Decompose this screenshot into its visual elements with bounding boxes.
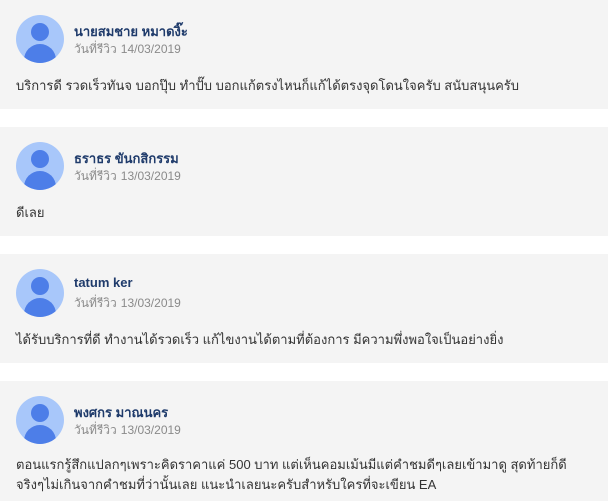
review-date: วันที่รีวิว 13/03/2019 <box>74 294 181 313</box>
avatar-body-shape <box>24 171 56 190</box>
review-date-label: วันที่รีวิว <box>74 296 117 310</box>
review-comment: ได้รับบริการที่ดี ทำงานได้รวดเร็ว แก้ไขง… <box>16 332 504 347</box>
reviewer-name[interactable]: พงศกร มาณนคร <box>74 402 168 423</box>
review-date-value: 13/03/2019 <box>120 296 181 310</box>
review-comment: ดีเลย <box>16 205 45 220</box>
avatar-body-shape <box>24 298 56 317</box>
review-date-value: 13/03/2019 <box>120 169 181 183</box>
review-card: tatum ker วันที่รีวิว 13/03/2019 ได้รับบร… <box>0 254 608 363</box>
avatar-body-shape <box>24 425 56 444</box>
avatar-head-shape <box>31 150 49 168</box>
avatar-body-shape <box>24 44 56 63</box>
avatar <box>16 142 64 190</box>
review-date: วันที่รีวิว 13/03/2019 <box>74 421 181 440</box>
review-card: ธราธร ขันกสิกรรม วันที่รีวิว 13/03/2019 ด… <box>0 127 608 236</box>
review-date: วันที่รีวิว 14/03/2019 <box>74 40 181 59</box>
avatar-head-shape <box>31 23 49 41</box>
review-date-value: 14/03/2019 <box>120 42 181 56</box>
avatar <box>16 15 64 63</box>
review-list: นายสมชาย หมาดงิ๊ะ วันที่รีวิว 14/03/2019 … <box>0 0 608 501</box>
review-date: วันที่รีวิว 13/03/2019 <box>74 167 181 186</box>
review-date-label: วันที่รีวิว <box>74 423 117 437</box>
review-date-label: วันที่รีวิว <box>74 169 117 183</box>
reviewer-name[interactable]: นายสมชาย หมาดงิ๊ะ <box>74 21 188 42</box>
reviewer-name[interactable]: ธราธร ขันกสิกรรม <box>74 148 179 169</box>
reviewer-name[interactable]: tatum ker <box>74 275 133 290</box>
avatar-head-shape <box>31 404 49 422</box>
avatar <box>16 269 64 317</box>
review-card: นายสมชาย หมาดงิ๊ะ วันที่รีวิว 14/03/2019 … <box>0 0 608 109</box>
review-date-label: วันที่รีวิว <box>74 42 117 56</box>
avatar <box>16 396 64 444</box>
review-comment: ตอนแรกรู้สึกแปลกๆเพราะคิดราคาแค่ 500 บาท… <box>16 457 567 492</box>
avatar-head-shape <box>31 277 49 295</box>
review-date-value: 13/03/2019 <box>120 423 181 437</box>
review-comment: บริการดี รวดเร็วทันจ บอกปุ๊บ ทำปั๊บ บอกแ… <box>16 78 520 93</box>
review-card: พงศกร มาณนคร วันที่รีวิว 13/03/2019 ตอนแร… <box>0 381 608 501</box>
